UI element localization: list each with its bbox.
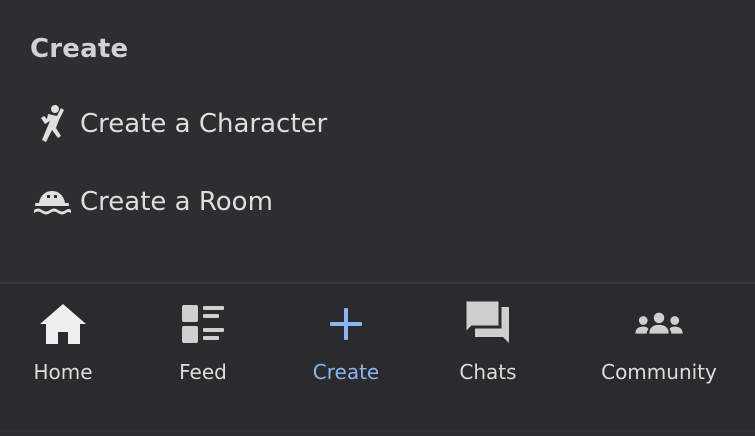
create-room-item[interactable]: Create a Room	[32, 177, 273, 227]
nav-community-label: Community	[601, 360, 717, 384]
nav-home-label: Home	[33, 360, 93, 384]
chats-icon	[460, 298, 516, 350]
create-room-label: Create a Room	[80, 187, 273, 217]
section-title: Create	[30, 34, 129, 64]
create-character-label: Create a Character	[80, 109, 328, 139]
room-icon	[32, 182, 72, 222]
app-root: Create Create a Character Create a Room …	[0, 0, 755, 436]
plus-icon	[318, 298, 374, 350]
community-icon	[631, 298, 687, 350]
nav-feed-label: Feed	[179, 360, 227, 384]
home-icon	[35, 298, 91, 350]
character-icon	[32, 104, 72, 144]
create-character-item[interactable]: Create a Character	[32, 99, 327, 149]
bottom-nav: Home Feed Create Chats Community	[0, 284, 755, 430]
create-panel: Create Create a Character Create a Room	[0, 0, 755, 282]
nav-create[interactable]: Create	[304, 298, 388, 408]
feed-icon	[175, 298, 231, 350]
nav-community[interactable]: Community	[594, 298, 724, 408]
nav-feed[interactable]: Feed	[168, 298, 238, 408]
nav-chats-label: Chats	[459, 360, 517, 384]
nav-create-label: Create	[312, 360, 380, 384]
nav-home[interactable]: Home	[28, 298, 98, 408]
nav-chats[interactable]: Chats	[450, 298, 526, 408]
